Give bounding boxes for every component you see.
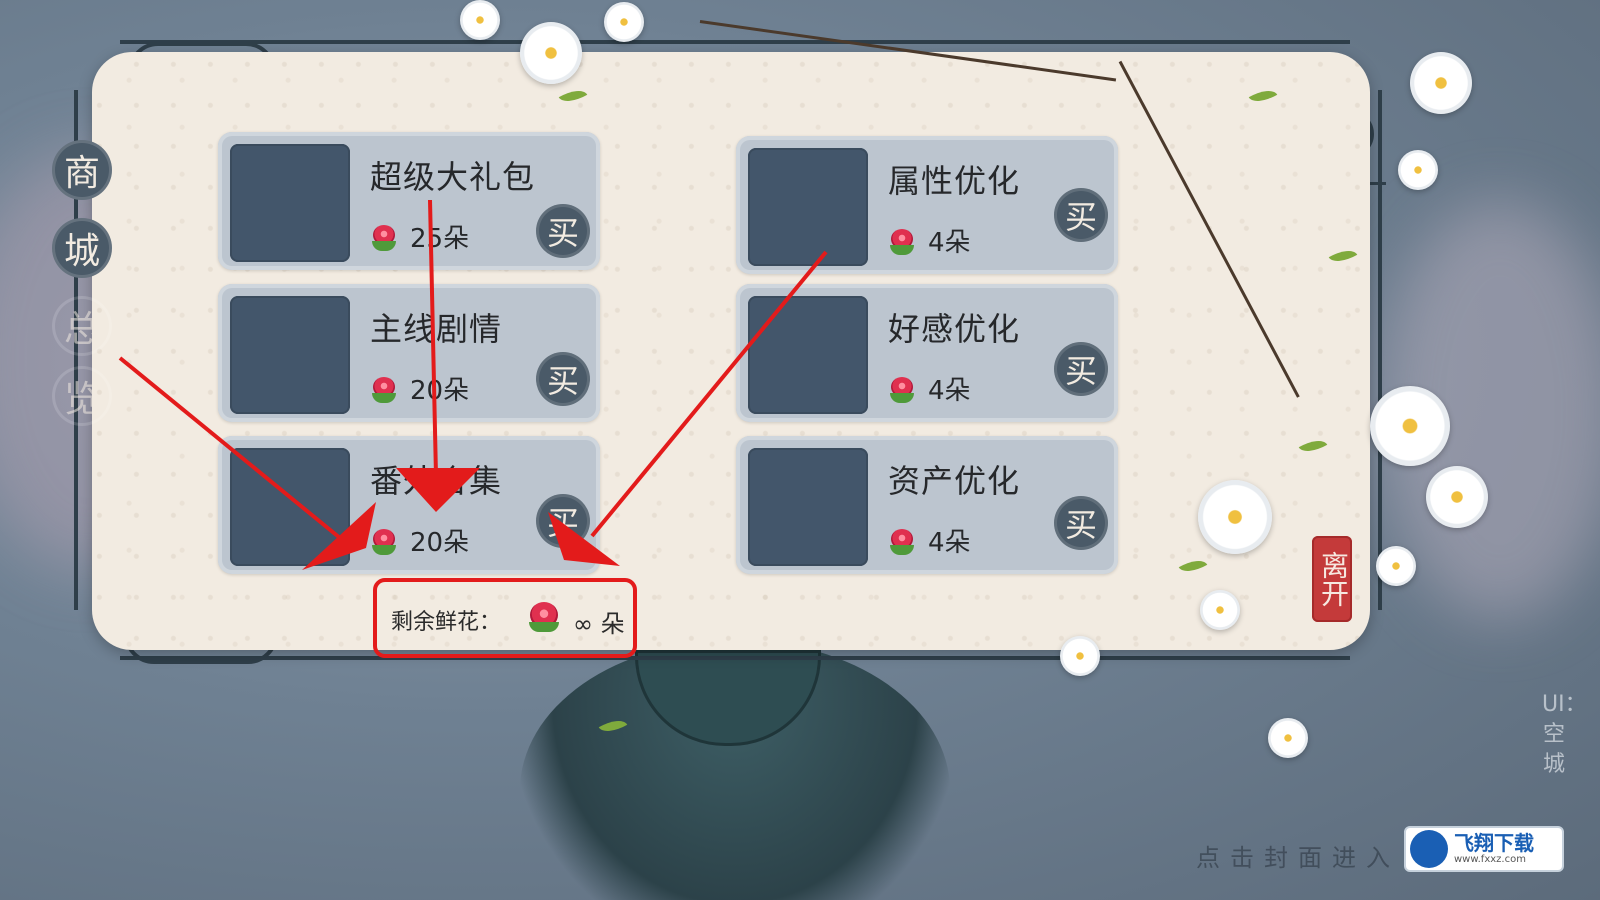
game-screen: 商 城 总 览 超级大礼包 25朵 买 属性优化 4朵 买 主线剧情 20朵 买 bbox=[0, 0, 1600, 900]
enter-hint-text: 点击封面进入 bbox=[1196, 844, 1400, 872]
arrow-head bbox=[302, 502, 376, 570]
arrow-line bbox=[118, 356, 342, 540]
arrow-head bbox=[396, 468, 480, 512]
arrow-line bbox=[428, 199, 438, 477]
watermark-url: www.fxxz.com bbox=[1454, 854, 1526, 865]
arrow-line bbox=[590, 250, 828, 538]
ui-credit-text: UI：空城 bbox=[1542, 692, 1587, 777]
arrow-head bbox=[548, 512, 620, 566]
watermark-name: 飞翔下载 bbox=[1454, 831, 1534, 855]
watermark-logo-icon bbox=[1410, 830, 1448, 868]
site-watermark: 飞翔下载 www.fxxz.com bbox=[1404, 826, 1564, 872]
arrow-annotation bbox=[118, 199, 828, 570]
